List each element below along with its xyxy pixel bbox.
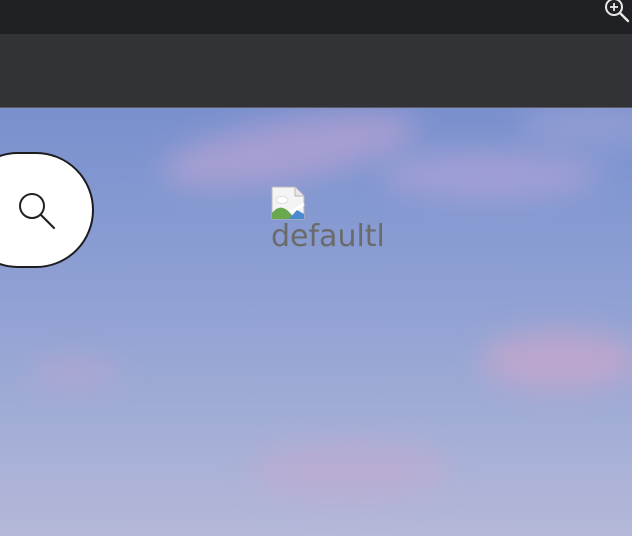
cloud-decoration bbox=[250, 440, 450, 500]
zoom-in-icon[interactable] bbox=[602, 0, 630, 24]
search-button[interactable] bbox=[0, 152, 94, 268]
toolbar bbox=[0, 34, 632, 108]
image-alt-text: defaultl bbox=[271, 219, 385, 254]
broken-image: defaultl bbox=[271, 186, 385, 252]
search-icon bbox=[19, 193, 56, 230]
cloud-decoration bbox=[480, 330, 632, 390]
background-viewport: defaultl bbox=[0, 0, 632, 536]
broken-image-icon bbox=[271, 186, 305, 220]
top-bar bbox=[0, 0, 632, 34]
cloud-decoration bbox=[380, 150, 600, 200]
cloud-decoration bbox=[30, 360, 120, 386]
